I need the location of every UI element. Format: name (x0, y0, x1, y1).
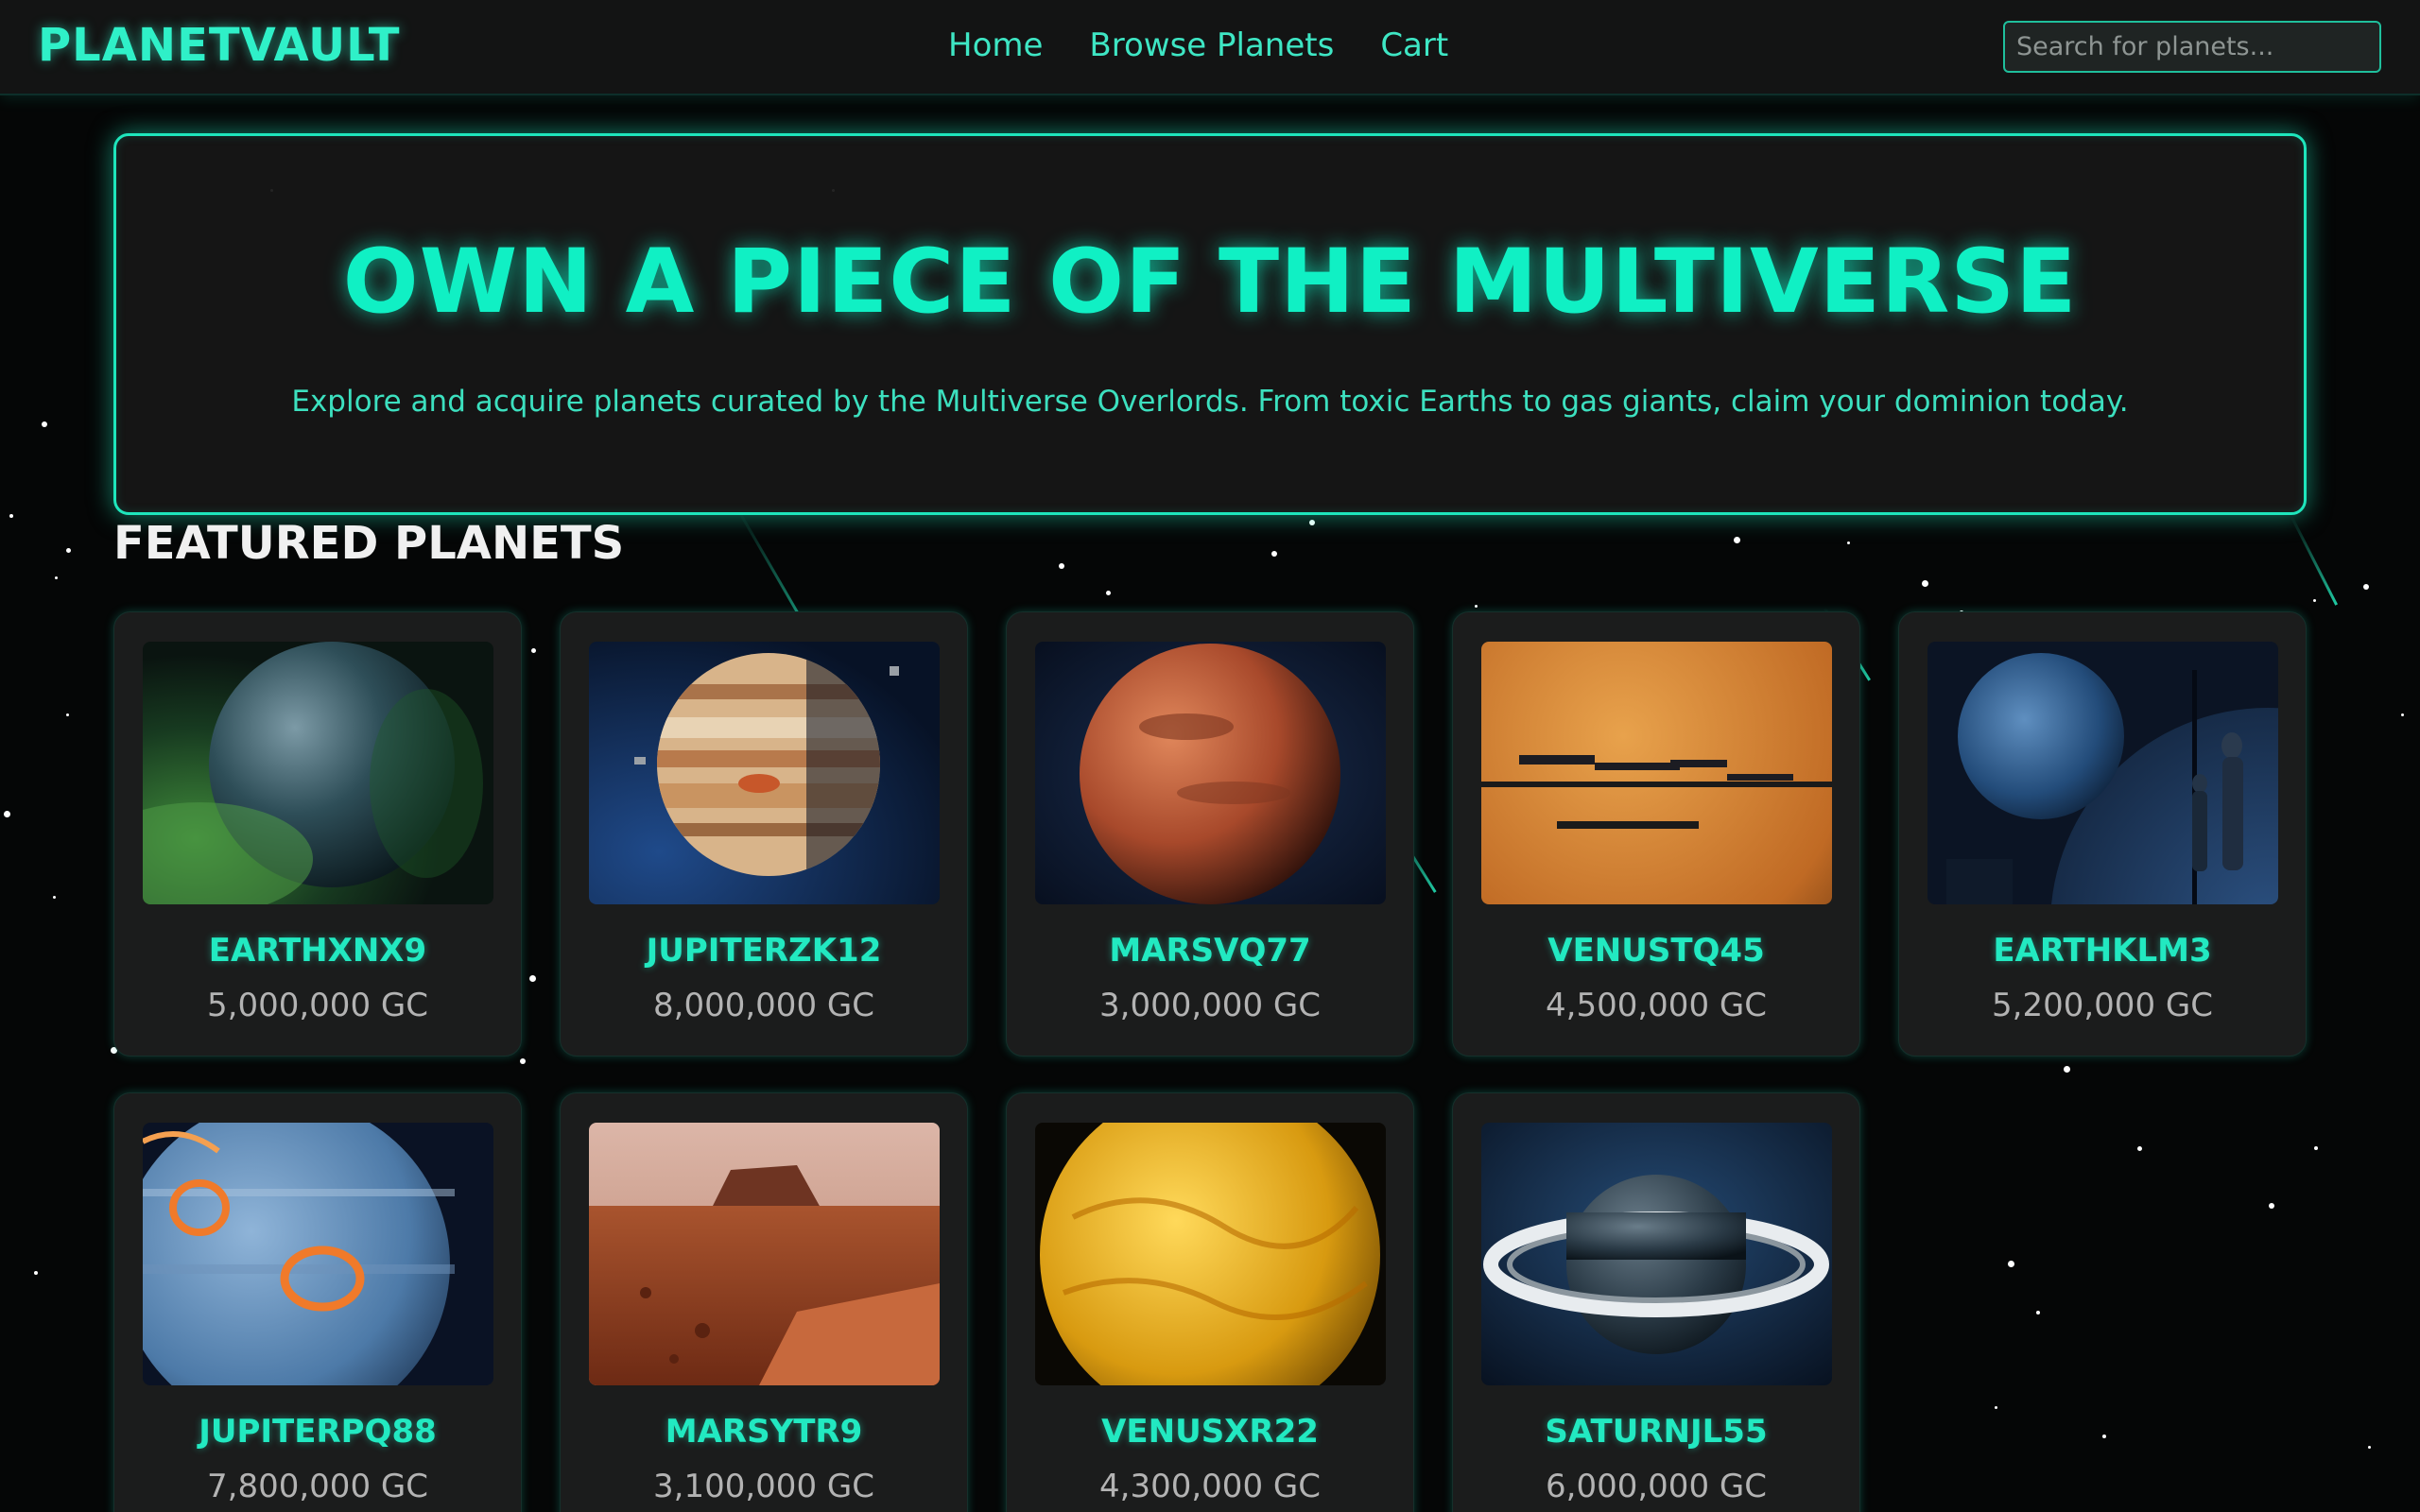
nav-browse-planets-link[interactable]: Browse Planets (1089, 26, 1334, 64)
jupiter-storm-icon (143, 1123, 493, 1385)
planet-price: 4,300,000 GC (1099, 1468, 1321, 1505)
nav-home-link[interactable]: Home (948, 26, 1043, 64)
earth-observatory-icon (1927, 642, 2278, 904)
planet-price: 3,000,000 GC (1099, 987, 1321, 1024)
planet-price: 6,000,000 GC (1546, 1468, 1767, 1505)
planet-card[interactable]: SATURNJL55 6,000,000 GC (1452, 1092, 1860, 1512)
planet-price: 5,000,000 GC (207, 987, 428, 1024)
planet-price: 5,200,000 GC (1992, 987, 2213, 1024)
planet-card[interactable]: VENUSXR22 4,300,000 GC (1006, 1092, 1414, 1512)
planet-price: 8,000,000 GC (653, 987, 874, 1024)
planet-name: EARTHKLM3 (1993, 932, 2212, 970)
featured-planets-heading: FEATURED PLANETS (113, 517, 625, 570)
mars-icon (1035, 642, 1386, 904)
search-input[interactable] (2003, 21, 2381, 73)
hero-banner: OWN A PIECE OF THE MULTIVERSE Explore an… (113, 133, 2307, 515)
planet-name: EARTHXNX9 (208, 932, 427, 970)
venus-globe-icon (1035, 1123, 1386, 1385)
planet-card[interactable]: VENUSTQ45 4,500,000 GC (1452, 611, 1860, 1057)
planet-card[interactable]: MARSYTR9 3,100,000 GC (560, 1092, 968, 1512)
planet-price: 3,100,000 GC (653, 1468, 874, 1505)
planet-card[interactable]: JUPITERPQ88 7,800,000 GC (113, 1092, 522, 1512)
hero-title: OWN A PIECE OF THE MULTIVERSE (342, 231, 2078, 334)
planet-price: 4,500,000 GC (1546, 987, 1767, 1024)
jupiter-icon (589, 642, 940, 904)
toxic-earth-icon (143, 642, 493, 904)
planet-price: 7,800,000 GC (207, 1468, 428, 1505)
planet-name: VENUSXR22 (1101, 1413, 1319, 1451)
main-nav: Home Browse Planets Cart (948, 26, 1448, 64)
planet-card[interactable]: MARSVQ77 3,000,000 GC (1006, 611, 1414, 1057)
planet-name: MARSYTR9 (665, 1413, 863, 1451)
top-navbar: PLANETVAULT Home Browse Planets Cart (0, 0, 2420, 95)
venus-ships-icon (1481, 642, 1832, 904)
site-logo[interactable]: PLANETVAULT (38, 19, 401, 72)
planet-name: SATURNJL55 (1545, 1413, 1768, 1451)
saturn-icon (1481, 1123, 1832, 1385)
mars-surface-icon (589, 1123, 940, 1385)
hero-subtitle: Explore and acquire planets curated by t… (291, 385, 2129, 419)
planet-card[interactable]: EARTHXNX9 5,000,000 GC (113, 611, 522, 1057)
planet-name: VENUSTQ45 (1547, 932, 1765, 970)
planet-name: JUPITERPQ88 (199, 1413, 437, 1451)
planet-card[interactable]: JUPITERZK12 8,000,000 GC (560, 611, 968, 1057)
nav-cart-link[interactable]: Cart (1380, 26, 1448, 64)
planet-card[interactable]: EARTHKLM3 5,200,000 GC (1898, 611, 2307, 1057)
planet-name: MARSVQ77 (1109, 932, 1311, 970)
planet-name: JUPITERZK12 (646, 932, 882, 970)
